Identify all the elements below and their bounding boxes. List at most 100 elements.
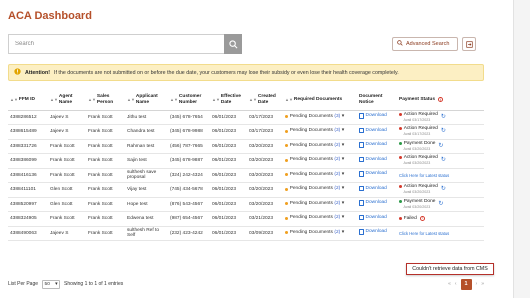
per-page-select[interactable]: 50 ▾ bbox=[42, 279, 61, 289]
chevron-down-icon: ▾ bbox=[341, 215, 345, 221]
download-notice-link[interactable]: Download bbox=[359, 127, 387, 134]
refresh-icon[interactable]: ↻ bbox=[441, 186, 446, 192]
pending-documents-link[interactable]: Pending Documents (2) ▾ bbox=[285, 230, 344, 235]
col-effective-date[interactable]: ▲▼ Effective Date bbox=[210, 90, 247, 111]
table-row: 4388286512 Jajeev S Frank Scott Jithu test(… bbox=[8, 110, 484, 125]
refresh-icon[interactable]: ↻ bbox=[438, 143, 443, 149]
info-icon[interactable]: i bbox=[420, 216, 426, 222]
prev-page-icon[interactable]: ‹ bbox=[455, 281, 457, 287]
sort-icon: ▲▼ bbox=[212, 97, 220, 103]
ffm-id-cell: 4388416136 bbox=[8, 168, 48, 183]
pending-documents-link[interactable]: Pending Documents (2) ▾ bbox=[285, 186, 344, 191]
refresh-icon[interactable]: ↻ bbox=[441, 128, 446, 134]
search-input[interactable] bbox=[8, 34, 224, 54]
document-notice-cell: Download bbox=[357, 168, 397, 183]
status-dot bbox=[399, 199, 403, 203]
document-notice-cell: Download bbox=[357, 139, 397, 154]
customer-number-cell: (345) 678-9988 bbox=[168, 124, 210, 140]
effective-date-cell: 06/01/2023 bbox=[210, 226, 247, 241]
latest-status-link[interactable]: Click Here for Latest status bbox=[399, 173, 449, 178]
pending-documents-link[interactable]: Pending Documents (2) ▾ bbox=[285, 215, 344, 220]
col-ffm-id[interactable]: ▲▼ FFM ID bbox=[8, 90, 48, 111]
created-date-cell: 03/20/2023 bbox=[247, 168, 283, 183]
latest-status-link[interactable]: Click Here for Latest status bbox=[399, 231, 449, 236]
customer-number-cell: (987) 654-4567 bbox=[168, 211, 210, 227]
ffm-id-cell: 4388615489 bbox=[8, 124, 48, 140]
payment-status-cell: Action Required Avail 03/17/2023 ↻ bbox=[397, 124, 484, 140]
required-documents-cell: Pending Documents (2) ▾ bbox=[283, 168, 357, 183]
pending-documents-link[interactable]: Pending Documents (2) ▾ bbox=[285, 143, 344, 148]
pending-documents-link[interactable]: Pending Documents (2) ▾ bbox=[285, 157, 344, 162]
advanced-search-icon bbox=[397, 40, 403, 48]
sort-icon: ▲▼ bbox=[127, 97, 135, 103]
download-notice-link[interactable]: Download bbox=[359, 171, 387, 177]
created-date-cell: 03/20/2023 bbox=[247, 182, 283, 198]
agent-name-cell: Jajeev S bbox=[48, 226, 86, 241]
download-notice-link[interactable]: Download bbox=[359, 142, 387, 148]
download-notice-link[interactable]: Download bbox=[359, 156, 387, 163]
required-documents-cell: Pending Documents (2) ▾ bbox=[283, 211, 357, 227]
download-notice-link[interactable]: Download bbox=[359, 185, 387, 192]
created-date-cell: 03/17/2023 bbox=[247, 110, 283, 125]
download-notice-link[interactable]: Download bbox=[359, 229, 387, 235]
document-icon bbox=[359, 113, 364, 119]
agent-name-cell: Jajeev S bbox=[48, 110, 86, 125]
applicant-name-cell: Edwena test bbox=[125, 211, 168, 227]
pending-documents-link[interactable]: Pending Documents (3) ▾ bbox=[285, 128, 344, 133]
per-page-value: 50 bbox=[44, 281, 50, 287]
advanced-search-button[interactable]: Advanced Search bbox=[392, 37, 458, 51]
chevron-down-icon: ▾ bbox=[341, 157, 345, 163]
document-notice-cell: Download bbox=[357, 197, 397, 212]
refresh-icon[interactable]: ↻ bbox=[441, 157, 446, 163]
applicant-name-cell: Rahman test bbox=[125, 139, 168, 154]
search-bar bbox=[8, 34, 242, 54]
col-applicant-name[interactable]: ▲▼ Applicant Name bbox=[125, 90, 168, 111]
pending-status-dot bbox=[285, 216, 289, 220]
document-notice-cell: Download bbox=[357, 226, 397, 241]
col-sales-person[interactable]: ▲▼ Sales Person bbox=[86, 90, 125, 111]
pending-status-dot bbox=[285, 115, 289, 119]
payment-status-cell: Action Required Avail 03/17/2023 ↻ bbox=[397, 110, 484, 125]
required-documents-cell: Pending Documents (2) ▾ bbox=[283, 153, 357, 169]
info-icon[interactable]: i bbox=[438, 97, 443, 103]
sales-person-cell: Frank Scott bbox=[86, 197, 125, 212]
first-page-icon[interactable]: « bbox=[448, 281, 451, 287]
applications-table: ▲▼ FFM ID ▲▼ Agent Name ▲▼ Sales Person ▲▼ A… bbox=[8, 90, 484, 241]
sort-icon: ▲▼ bbox=[249, 97, 257, 103]
col-customer-number[interactable]: ▲▼ Customer Number bbox=[168, 90, 210, 111]
document-icon bbox=[359, 214, 364, 221]
pending-documents-link[interactable]: Pending Documents (2) ▾ bbox=[285, 201, 344, 206]
pending-documents-link[interactable]: Pending Documents (3) ▾ bbox=[285, 114, 344, 119]
chevron-down-icon: ▾ bbox=[341, 113, 345, 119]
payment-status: Action Required Avail 03/17/2023 bbox=[399, 126, 438, 137]
download-notice-link[interactable]: Download bbox=[359, 214, 387, 221]
search-button[interactable] bbox=[224, 34, 242, 54]
ffm-id-cell: 4388324905 bbox=[8, 211, 48, 227]
chevron-down-icon: ▾ bbox=[341, 186, 345, 192]
page-number-current[interactable]: 1 bbox=[460, 278, 472, 290]
col-agent-name[interactable]: ▲▼ Agent Name bbox=[48, 90, 86, 111]
last-page-icon[interactable]: » bbox=[481, 281, 484, 287]
required-documents-cell: Pending Documents (2) ▾ bbox=[283, 182, 357, 198]
entries-summary: Showing 1 to 1 of 1 entries bbox=[64, 281, 124, 287]
col-created-date[interactable]: ▲▼ Created Date bbox=[247, 90, 283, 111]
export-button[interactable] bbox=[462, 37, 476, 51]
agent-name-cell: Jajeev S bbox=[48, 124, 86, 140]
refresh-icon[interactable]: ↻ bbox=[441, 114, 446, 120]
pending-documents-link[interactable]: Pending Documents (2) ▾ bbox=[285, 172, 344, 177]
document-notice-cell: Download bbox=[357, 124, 397, 140]
pending-status-dot bbox=[285, 187, 289, 191]
next-page-icon[interactable]: › bbox=[476, 281, 478, 287]
payment-status: Payment Done Avail 03/20/2023 bbox=[399, 141, 435, 152]
applicant-name-cell: sulthesh save proposal bbox=[125, 168, 168, 183]
document-notice-cell: Download bbox=[357, 211, 397, 227]
refresh-icon[interactable]: ↻ bbox=[438, 201, 443, 207]
table-row: 4388416136 Frank Scott Frank Scott sulthesh… bbox=[8, 168, 484, 183]
download-notice-link[interactable]: Download bbox=[359, 113, 387, 119]
warning-icon bbox=[14, 68, 21, 77]
chevron-down-icon: ▾ bbox=[341, 142, 345, 148]
pending-status-dot bbox=[285, 129, 289, 133]
col-payment-status: Payment Status i bbox=[397, 90, 484, 111]
col-required-documents[interactable]: ▲▼ Required Documents bbox=[283, 90, 357, 111]
download-notice-link[interactable]: Download bbox=[359, 200, 387, 206]
